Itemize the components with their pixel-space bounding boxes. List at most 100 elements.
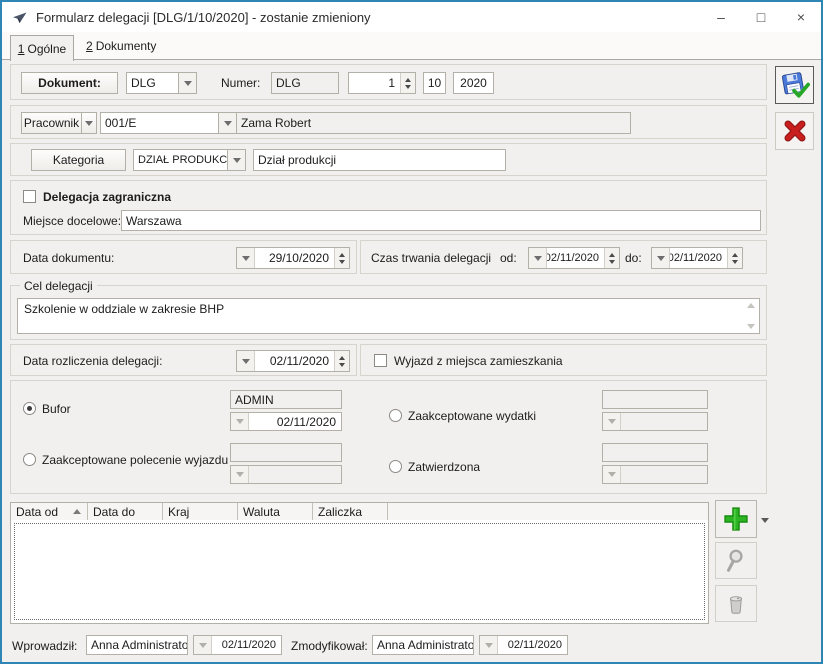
add-row-button[interactable] — [715, 500, 757, 538]
wydatki-date-arrow — [603, 413, 621, 430]
cel-delegacji-textarea[interactable]: Szkolenie w oddziale w zakresie BHP — [17, 298, 760, 334]
close-button[interactable]: × — [781, 2, 821, 32]
delegation-form-window: Formularz delegacji [DLG/1/10/2020] - zo… — [0, 0, 823, 664]
wydatki-label: Zaakceptowane wydatki — [408, 409, 537, 423]
rozliczenie-date-arrow[interactable] — [237, 351, 255, 371]
rozliczenie-date-picker[interactable]: 02/11/2020 — [236, 350, 350, 372]
sort-asc-icon — [73, 509, 81, 514]
dokument-button[interactable]: Dokument: — [21, 72, 118, 94]
numer-number-spin[interactable] — [400, 73, 415, 93]
column-header-data-do[interactable]: Data do — [88, 503, 163, 520]
od-date-spin[interactable] — [604, 248, 619, 268]
maximize-button[interactable]: □ — [741, 2, 781, 32]
scroll-down-icon[interactable] — [746, 324, 755, 329]
pracownik-button[interactable]: Pracownik — [21, 112, 82, 134]
wyjazd-group: Wyjazd z miejsca zamieszkania — [360, 344, 767, 376]
kategoria-code-select[interactable]: DZIAŁ PRODUKCJI — [133, 149, 246, 171]
numer-label: Numer: — [221, 76, 261, 90]
kategoria-button[interactable]: Kategoria — [31, 149, 126, 171]
cel-delegacji-text: Szkolenie w oddziale w zakresie BHP — [24, 302, 225, 316]
zatwierdzona-radio[interactable] — [389, 460, 402, 473]
cel-delegacji-fieldset: Cel delegacji Szkolenie w oddziale w zak… — [10, 279, 767, 340]
od-date-picker[interactable]: 02/11/2020 — [528, 247, 620, 269]
kategoria-code-arrow[interactable] — [227, 149, 246, 171]
zatwierdzona-label: Zatwierdzona — [408, 460, 481, 474]
minimize-button[interactable]: – — [701, 2, 741, 32]
kategoria-group: Kategoria DZIAŁ PRODUKCJI Dział produkcj… — [10, 143, 767, 176]
numer-number-value: 1 — [388, 76, 395, 90]
do-date-spin[interactable] — [727, 248, 742, 268]
tab-dokumenty[interactable]: 2 Dokumenty — [86, 39, 156, 53]
zmodyfikowal-label: Zmodyfikował: — [291, 639, 368, 653]
zatwierdzona-date-picker — [602, 465, 708, 484]
table-body[interactable] — [10, 520, 709, 624]
pracownik-name-field: Zama Robert — [236, 112, 631, 134]
pracownik-code-arrow[interactable] — [218, 112, 237, 134]
polecenie-date-arrow — [231, 466, 249, 483]
delegacja-zagraniczna-checkbox[interactable] — [23, 190, 36, 203]
czas-trwania-label: Czas trwania delegacji — [371, 251, 492, 265]
column-header-data-od[interactable]: Data od — [11, 503, 88, 520]
tab-dokumenty-label: Dokumenty — [95, 39, 157, 53]
column-header-waluta[interactable]: Waluta — [238, 503, 313, 520]
bufor-operator-field: ADMIN — [230, 390, 342, 409]
wydatki-radio[interactable] — [389, 409, 402, 422]
zatwierdzona-date-value — [621, 466, 707, 483]
scroll-up-icon[interactable] — [746, 303, 755, 308]
do-date-picker[interactable]: 02/11/2020 — [651, 247, 743, 269]
wyjazd-label: Wyjazd z miejsca zamieszkania — [394, 354, 563, 368]
rozliczenie-group: Data rozliczenia delegacji: 02/11/2020 — [10, 344, 357, 376]
edit-row-button[interactable] — [715, 542, 757, 579]
column-header-zaliczka[interactable]: Zaliczka — [313, 503, 388, 520]
column-label: Kraj — [168, 504, 190, 519]
pracownik-button-arrow[interactable] — [81, 112, 97, 134]
dokument-type-value: DLG — [126, 72, 178, 94]
czas-trwania-group: Czas trwania delegacji od: 02/11/2020 do… — [360, 240, 767, 274]
pracownik-code-select[interactable]: 001/E — [100, 112, 237, 134]
add-row-dropdown-button[interactable] — [758, 514, 772, 526]
cancel-button[interactable] — [775, 112, 814, 150]
cel-scrollbar[interactable] — [745, 303, 756, 329]
numer-month-field[interactable]: 10 — [423, 72, 446, 94]
status-group: Bufor ADMIN 02/11/2020 Zaakceptowane pol… — [10, 380, 767, 494]
do-date-arrow[interactable] — [652, 248, 670, 268]
dokument-group: Dokument: DLG Numer: DLG 1 10 2020 — [10, 64, 767, 100]
kategoria-code-value: DZIAŁ PRODUKCJI — [133, 149, 227, 171]
data-dokumentu-spin[interactable] — [334, 248, 349, 268]
zmodyfikowal-name-field: Anna Administrator — [372, 635, 474, 655]
data-dokumentu-arrow[interactable] — [237, 248, 255, 268]
polecenie-operator-field — [230, 443, 342, 462]
plus-icon — [724, 507, 748, 531]
numer-number-stepper[interactable]: 1 — [348, 72, 416, 94]
wprowadzil-date-arrow — [194, 636, 212, 654]
od-date-arrow[interactable] — [529, 248, 547, 268]
polecenie-radio[interactable] — [23, 453, 36, 466]
tab-dokumenty-number: 2 — [86, 39, 93, 53]
miejsce-docelowe-input[interactable]: Warszawa — [121, 210, 761, 231]
delegacja-zagraniczna-label: Delegacja zagraniczna — [43, 190, 172, 204]
numer-year-field[interactable]: 2020 — [453, 72, 494, 94]
window-title: Formularz delegacji [DLG/1/10/2020] - zo… — [36, 9, 371, 25]
save-button[interactable] — [775, 66, 814, 104]
data-dokumentu-picker[interactable]: 29/10/2020 — [236, 247, 350, 269]
tab-ogolne-number: 1 — [17, 41, 25, 56]
zagraniczna-group: Delegacja zagraniczna Miejsce docelowe: … — [10, 180, 767, 235]
delete-row-button[interactable] — [715, 585, 757, 622]
dokument-type-arrow[interactable] — [178, 72, 197, 94]
kategoria-desc-input[interactable]: Dział produkcji — [253, 149, 506, 171]
bufor-label: Bufor — [42, 402, 71, 416]
magnifier-icon — [726, 549, 743, 572]
od-label: od: — [500, 251, 517, 265]
wprowadzil-date-value: 02/11/2020 — [221, 639, 276, 651]
bufor-date-picker: 02/11/2020 — [230, 412, 342, 431]
bufor-radio[interactable] — [23, 402, 36, 415]
rozliczenie-date-spin[interactable] — [334, 351, 349, 371]
wydatki-date-picker — [602, 412, 708, 431]
polecenie-date-picker — [230, 465, 342, 484]
pracownik-group: Pracownik 001/E Zama Robert — [10, 105, 767, 139]
do-date-value: 02/11/2020 — [670, 252, 722, 264]
tab-ogolne[interactable]: 1 Ogólne — [10, 35, 74, 61]
dokument-type-select[interactable]: DLG — [126, 72, 197, 94]
wyjazd-checkbox[interactable] — [374, 354, 387, 367]
column-header-kraj[interactable]: Kraj — [163, 503, 238, 520]
